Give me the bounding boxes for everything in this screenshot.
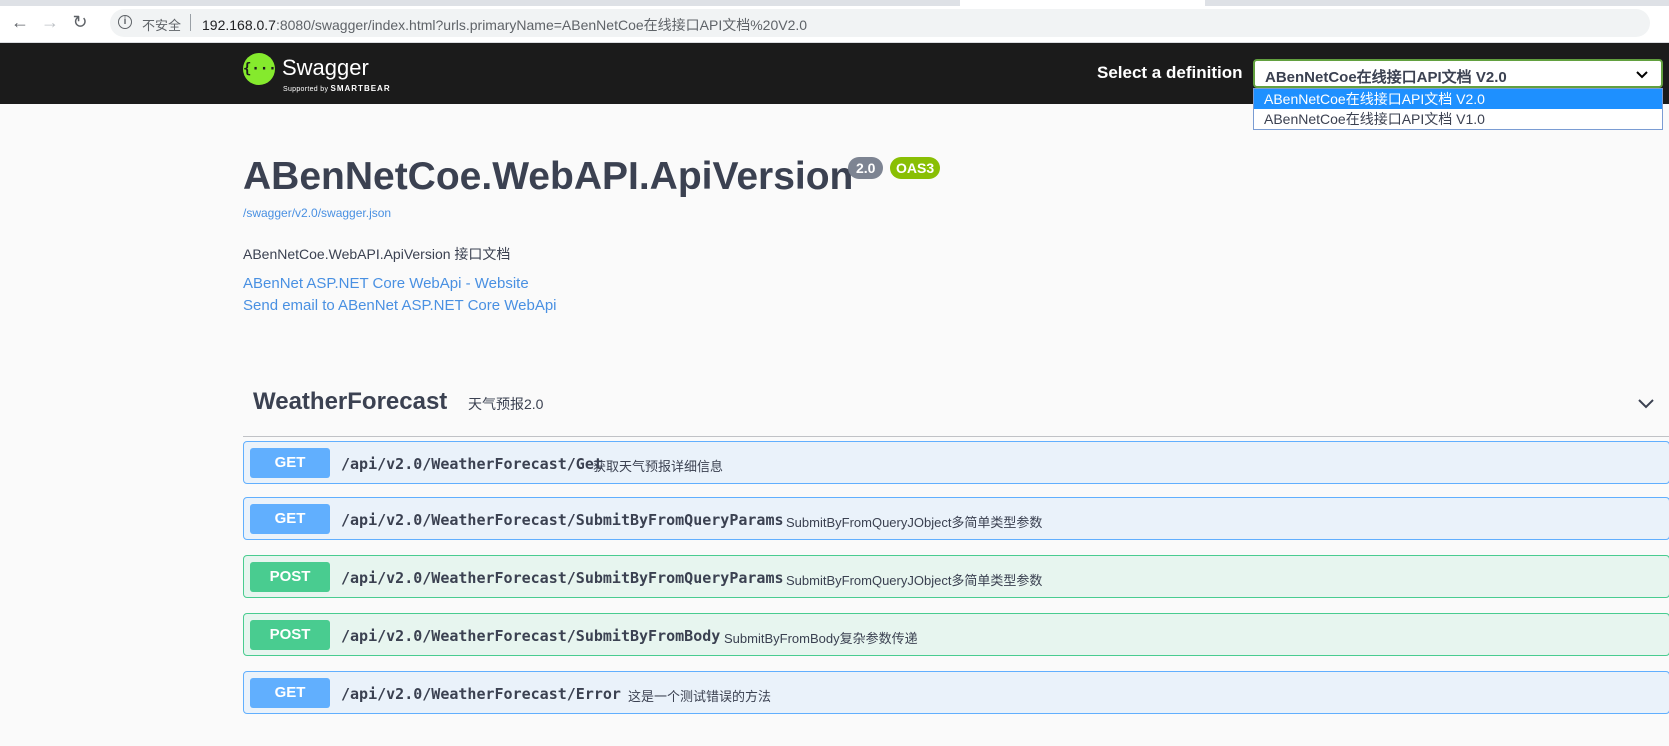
definition-label: Select a definition: [1097, 63, 1243, 82]
operation-summary: 获取天气预报详细信息: [593, 459, 724, 474]
method-badge: GET: [250, 678, 330, 708]
definition-selected-value: ABenNetCoe在线接口API文档 V2.0: [1265, 69, 1507, 86]
version-badge: 2.0: [848, 157, 884, 179]
insecure-label: 不安全: [142, 18, 182, 33]
operation-row[interactable]: POST /api/v2.0/WeatherForecast/SubmitByF…: [243, 555, 1669, 598]
info-icon[interactable]: i: [118, 15, 132, 29]
logo-sub-brand: SMARTBEAR: [330, 84, 391, 93]
operation-row[interactable]: POST /api/v2.0/WeatherForecast/SubmitByF…: [243, 613, 1669, 656]
email-link[interactable]: Send email to ABenNet ASP.NET Core WebAp…: [243, 297, 557, 314]
api-description: ABenNetCoe.WebAPI.ApiVersion 接口文档: [243, 246, 511, 262]
method-badge: GET: [250, 504, 330, 534]
definition-dropdown-list: ABenNetCoe在线接口API文档 V2.0 ABenNetCoe在线接口A…: [1253, 88, 1663, 130]
definition-select[interactable]: ABenNetCoe在线接口API文档 V2.0: [1253, 59, 1663, 88]
tag-section-header[interactable]: WeatherForecast 天气预报2.0: [243, 378, 1669, 437]
url-text[interactable]: 192.168.0.7:8080/swagger/index.html?urls…: [202, 15, 807, 35]
active-tab[interactable]: [960, 0, 1205, 6]
operation-path: /api/v2.0/WeatherForecast/Error: [341, 685, 621, 703]
operation-row[interactable]: GET /api/v2.0/WeatherForecast/Get 获取天气预报…: [243, 441, 1669, 484]
operation-path: /api/v2.0/WeatherForecast/SubmitByFromBo…: [341, 627, 721, 645]
operation-summary: SubmitByFromBody复杂参数传递: [724, 631, 918, 646]
browser-toolbar: ← → ↻ i 不安全 192.168.0.7:8080/swagger/ind…: [0, 0, 1669, 43]
operation-path: /api/v2.0/WeatherForecast/Get: [341, 455, 603, 473]
url-host: 192.168.0.7: [202, 17, 276, 33]
logo-subtitle: Supported by SMARTBEAR: [283, 84, 391, 93]
tab-strip: [0, 0, 1669, 6]
tag-description: 天气预报2.0: [468, 396, 544, 412]
swagger-logo-icon: {···}: [243, 53, 285, 85]
spec-url-link[interactable]: /swagger/v2.0/swagger.json: [243, 206, 391, 220]
operation-summary: 这是一个测试错误的方法: [628, 689, 772, 704]
swagger-logo[interactable]: {···} Swagger Supported by SMARTBEAR: [243, 53, 403, 95]
operation-path: /api/v2.0/WeatherForecast/SubmitByFromQu…: [341, 511, 784, 529]
forward-arrow-icon[interactable]: →: [40, 12, 60, 32]
address-bar[interactable]: i 不安全 192.168.0.7:8080/swagger/index.htm…: [110, 9, 1650, 37]
chevron-down-icon[interactable]: [1636, 393, 1656, 413]
page-title: ABenNetCoe.WebAPI.ApiVersion: [243, 155, 854, 198]
operation-row[interactable]: GET /api/v2.0/WeatherForecast/SubmitByFr…: [243, 497, 1669, 540]
method-badge: GET: [250, 448, 330, 478]
method-badge: POST: [250, 620, 330, 650]
website-link[interactable]: ABenNet ASP.NET Core WebApi - Website: [243, 275, 529, 292]
oas-badge: OAS3: [890, 157, 941, 179]
method-badge: POST: [250, 562, 330, 592]
url-path: :8080/swagger/index.html?urls.primaryNam…: [275, 17, 808, 33]
logo-text: Swagger: [282, 55, 369, 80]
operation-row[interactable]: GET /api/v2.0/WeatherForecast/Error 这是一个…: [243, 671, 1669, 714]
back-arrow-icon[interactable]: ←: [10, 12, 30, 32]
definition-option[interactable]: ABenNetCoe在线接口API文档 V2.0: [1254, 89, 1662, 109]
url-separator: [190, 14, 191, 31]
operation-path: /api/v2.0/WeatherForecast/SubmitByFromQu…: [341, 569, 784, 587]
reload-icon[interactable]: ↻: [70, 12, 90, 32]
logo-sub-prefix: Supported by: [283, 86, 329, 93]
operation-summary: SubmitByFromQueryJObject多简单类型参数: [786, 515, 1043, 530]
tag-name: WeatherForecast: [253, 388, 448, 415]
operation-summary: SubmitByFromQueryJObject多简单类型参数: [786, 573, 1043, 588]
definition-option[interactable]: ABenNetCoe在线接口API文档 V1.0: [1254, 109, 1662, 129]
chevron-down-icon: [1636, 71, 1648, 79]
